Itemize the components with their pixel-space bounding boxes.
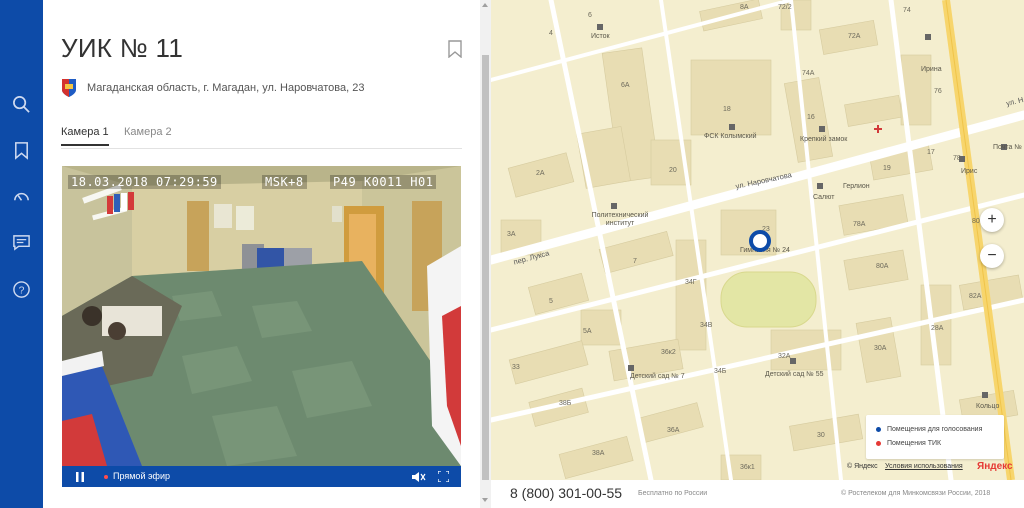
scroll-down-arrow-icon[interactable] <box>482 498 488 502</box>
bookmark-icon[interactable] <box>447 40 463 58</box>
poi-label: Крепкий замок <box>800 136 848 143</box>
gauge-icon[interactable] <box>12 187 31 206</box>
building-number: 2А <box>536 170 545 177</box>
poi-label: Исток <box>591 33 610 40</box>
legend-label: Помещения для голосования <box>887 426 983 433</box>
mute-icon[interactable] <box>412 471 426 483</box>
building-number: 38Б <box>559 400 572 407</box>
zoom-in-button[interactable]: + <box>980 208 1004 232</box>
map-legend: Помещения для голосования Помещения ТИК <box>866 415 1004 459</box>
address-row: Магаданская область, г. Магадан, ул. Нар… <box>61 77 365 99</box>
tab-camera-2[interactable]: Камера 2 <box>124 126 172 144</box>
polling-station-panel: УИК № 11 Магаданская область, г. Магадан… <box>43 0 480 508</box>
poi-label: Кольцо <box>976 403 1000 410</box>
building-number: 80А <box>876 263 889 270</box>
chat-icon[interactable] <box>12 233 31 252</box>
poi-label: Ирис <box>961 168 978 175</box>
building-number: 36к2 <box>661 349 676 356</box>
building-number: 6А <box>621 82 630 89</box>
poi-label: Детский сад № 55 <box>765 371 824 378</box>
video-timezone: MSK+8 <box>262 175 307 189</box>
map-view[interactable]: ул. Наровчатова пер. Лукса ул. Н 8А 72/2… <box>491 0 1024 480</box>
video-frame-image <box>62 166 461 466</box>
building-number: 36к1 <box>740 464 755 471</box>
building-number: 78 <box>953 155 961 162</box>
live-label: Прямой эфир <box>113 471 170 481</box>
pause-icon[interactable] <box>76 472 84 482</box>
search-icon[interactable] <box>12 95 31 114</box>
hotline-note: Бесплатно по России <box>638 490 708 497</box>
building-number: 82А <box>969 293 982 300</box>
building-number: 18 <box>723 106 731 113</box>
poi-label: Герлион <box>843 183 870 190</box>
building-number: 20 <box>669 167 677 174</box>
building-number: 38А <box>592 450 605 457</box>
building-number: 34В <box>700 322 713 329</box>
building-number: 78А <box>853 221 866 228</box>
footer-copyright: © Ростелеком для Минкомсвязи России, 201… <box>841 490 991 497</box>
crest-icon <box>62 79 76 97</box>
building-number: 19 <box>883 165 891 172</box>
building-number: 33 <box>512 364 520 371</box>
page-title: УИК № 11 <box>61 33 184 63</box>
nav-rail: ? <box>0 0 43 508</box>
hotline-phone[interactable]: 8 (800) 301-00-55 <box>510 485 622 501</box>
scroll-up-arrow-icon[interactable] <box>482 3 488 7</box>
building-number: 5 <box>549 298 553 305</box>
poi-label: Салют <box>813 194 835 201</box>
bookmark-icon[interactable] <box>12 141 31 160</box>
legend-dot <box>876 441 881 446</box>
building-number: 4 <box>549 30 553 37</box>
video-camera-id: P49 K0011 H01 <box>330 175 437 189</box>
legend-item: Помещения ТИК <box>876 440 941 447</box>
poi-label: Политехнический институт <box>591 212 649 227</box>
building-number: 72А <box>848 33 861 40</box>
footer: 8 (800) 301-00-55 Бесплатно по России © … <box>491 480 1024 508</box>
polling-station-marker[interactable] <box>749 230 771 252</box>
legend-item: Помещения для голосования <box>876 426 982 433</box>
building-number: 3А <box>507 231 516 238</box>
video-controls: Прямой эфир <box>62 466 461 487</box>
camera-video[interactable]: 18.03.2018 07:29:59 MSK+8 P49 K0011 H01 <box>62 166 461 466</box>
poi-label: ФСК Колымский <box>704 133 757 140</box>
building-number: 5А <box>583 328 592 335</box>
legend-label: Помещения ТИК <box>887 440 942 447</box>
building-number: 8А <box>740 4 749 11</box>
building-number: 30 <box>817 432 825 439</box>
building-number: 17 <box>927 149 935 156</box>
building-number: 74 <box>903 7 911 14</box>
help-icon[interactable]: ? <box>12 280 31 299</box>
address-text: Магаданская область, г. Магадан, ул. Нар… <box>87 82 365 94</box>
building-number: 34Б <box>714 368 727 375</box>
tab-camera-1[interactable]: Камера 1 <box>61 126 109 146</box>
poi-label: Детский сад № 7 <box>630 373 685 380</box>
building-number: 34Г <box>685 279 697 286</box>
building-number: 36А <box>667 427 680 434</box>
building-number: 74А <box>802 70 815 77</box>
camera-tabs: Камера 1 Камера 2 <box>61 126 462 149</box>
legend-dot <box>876 427 881 432</box>
building-number: 6 <box>588 12 592 19</box>
building-number: 32А <box>778 353 791 360</box>
fullscreen-icon[interactable] <box>438 471 449 482</box>
building-number: 7 <box>633 258 637 265</box>
poi-label: Ирина <box>921 66 942 73</box>
map-copyright: © Яндекс <box>847 463 878 470</box>
zoom-out-button[interactable]: − <box>980 244 1004 268</box>
live-indicator-dot <box>104 475 108 479</box>
building-number: 76 <box>934 88 942 95</box>
scrollbar-thumb[interactable] <box>482 55 489 480</box>
video-timestamp: 18.03.2018 07:29:59 <box>68 175 221 189</box>
svg-text:?: ? <box>19 285 25 296</box>
building-number: 28А <box>931 325 944 332</box>
building-number: 72/2 <box>778 4 792 11</box>
poi-label: Почта № <box>993 144 1022 151</box>
yandex-logo[interactable]: Яндекс <box>977 461 1013 472</box>
building-number: 30А <box>874 345 887 352</box>
building-number: 16 <box>807 114 815 121</box>
terms-link[interactable]: Условия использования <box>885 463 963 470</box>
building-number: 80 <box>972 218 980 225</box>
